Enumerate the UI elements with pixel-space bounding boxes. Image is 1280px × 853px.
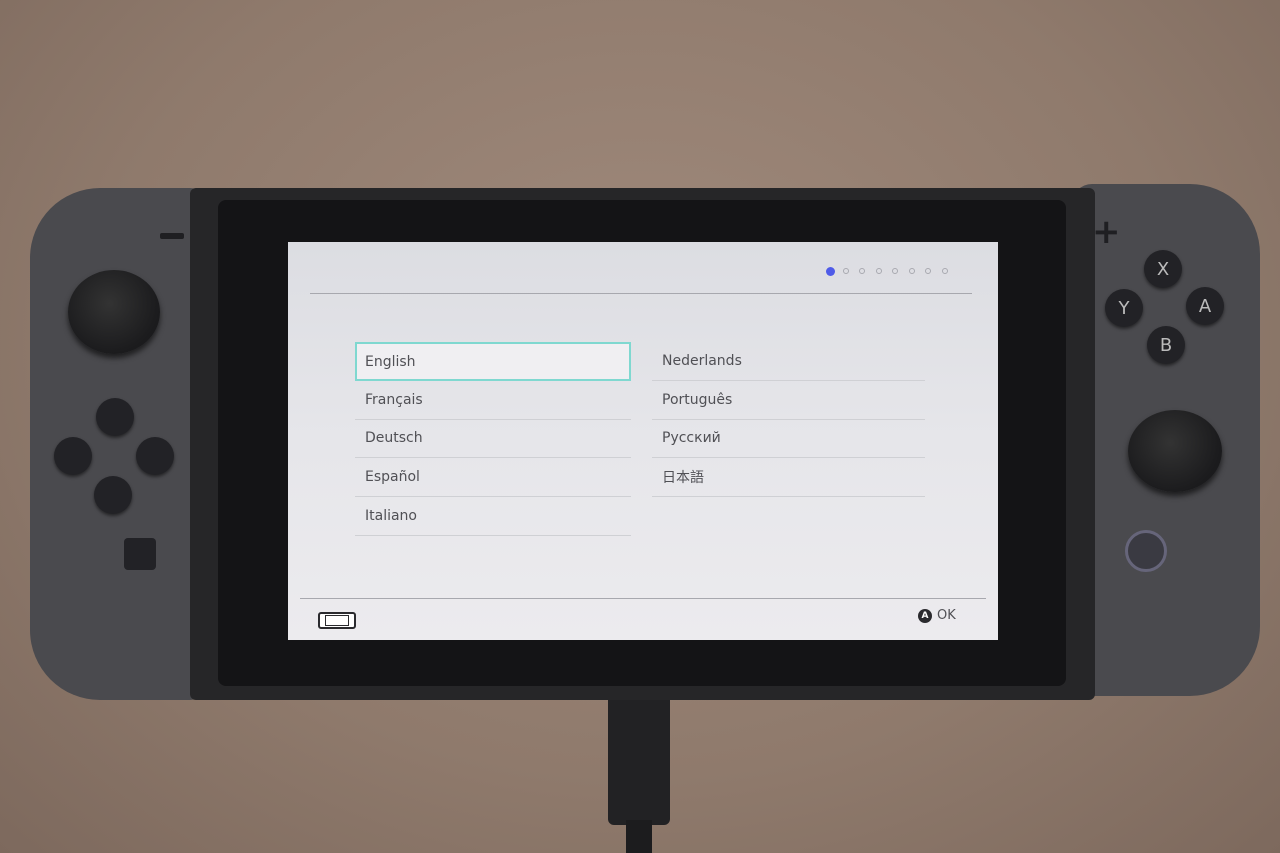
progress-dot (908, 268, 915, 274)
header-divider (310, 293, 972, 294)
handheld-console-icon (318, 612, 356, 629)
progress-dot (842, 268, 849, 274)
a-button[interactable]: A (1186, 287, 1224, 325)
progress-dot (826, 267, 835, 276)
language-select-screen: English Français Deutsch Español Italiano Ne… (288, 242, 998, 640)
progress-dot (875, 268, 882, 274)
language-option[interactable]: Español (355, 458, 631, 498)
ok-button[interactable]: A OK (918, 608, 956, 623)
dpad-down-button[interactable] (94, 476, 132, 514)
language-option[interactable]: English (355, 342, 631, 381)
progress-dot (925, 268, 931, 274)
language-option[interactable]: Deutsch (355, 419, 631, 459)
language-option[interactable]: Русский (652, 419, 925, 459)
a-button-icon: A (918, 608, 932, 623)
home-button[interactable] (1125, 530, 1167, 572)
minus-button[interactable] (160, 233, 184, 239)
dpad-left-button[interactable] (54, 437, 92, 475)
b-button[interactable]: B (1147, 326, 1185, 364)
language-option[interactable]: Português (652, 381, 925, 420)
progress-dot (941, 268, 948, 274)
language-option[interactable]: Français (355, 381, 631, 420)
left-stick[interactable] (68, 270, 160, 354)
cable-wire (626, 820, 652, 853)
plus-button[interactable]: + (1092, 212, 1121, 252)
language-option[interactable]: Nederlands (652, 342, 925, 381)
ok-label: OK (937, 608, 956, 623)
dpad-right-button[interactable] (136, 437, 174, 475)
x-button[interactable]: X (1144, 250, 1182, 288)
progress-dot (859, 268, 865, 274)
y-button[interactable]: Y (1105, 289, 1143, 327)
capture-button[interactable] (124, 538, 156, 570)
usb-c-cable (608, 700, 670, 825)
dpad-up-button[interactable] (96, 398, 134, 436)
footer-divider (300, 598, 986, 599)
language-option[interactable]: 日本語 (652, 458, 925, 498)
progress-dot (892, 268, 898, 274)
language-option[interactable]: Italiano (355, 497, 631, 536)
right-stick[interactable] (1128, 410, 1222, 492)
